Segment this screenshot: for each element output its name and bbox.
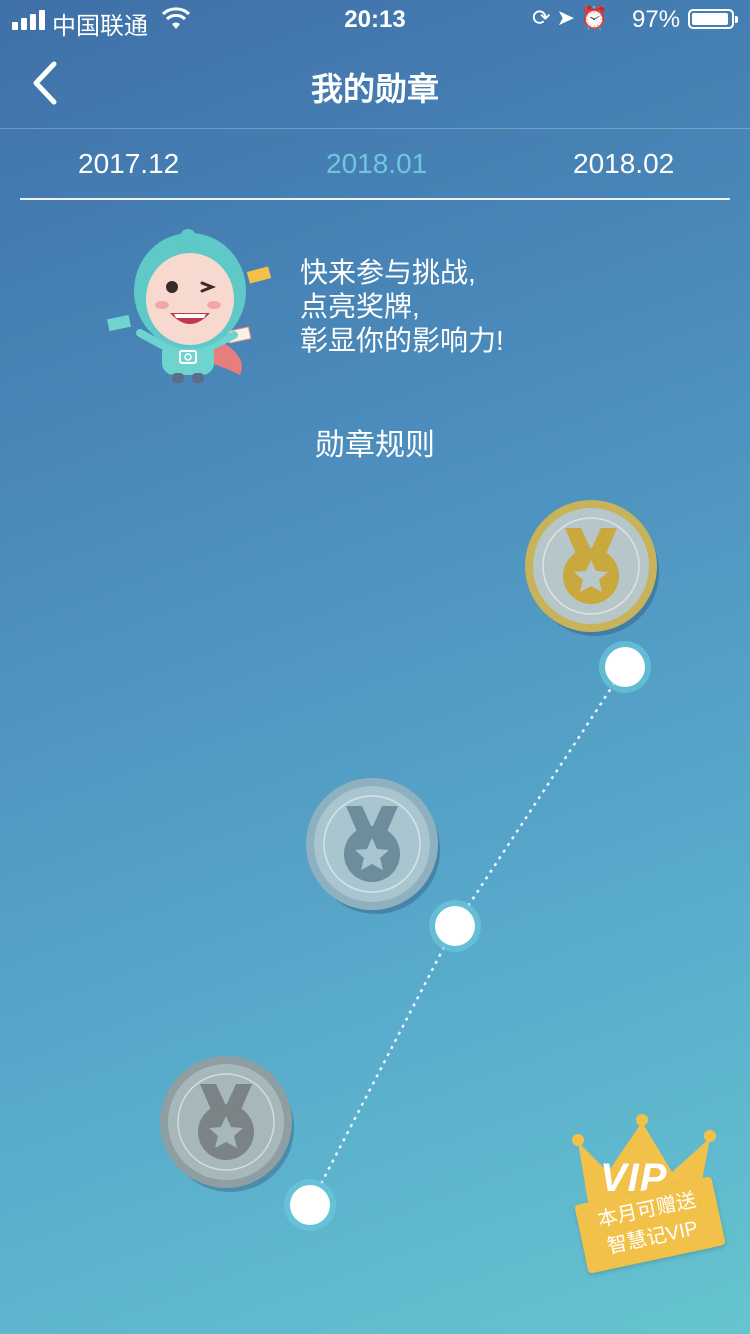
vip-gift-badge[interactable]: VIP 本月可赠送 智慧记VIP xyxy=(560,1110,735,1290)
silver-medal[interactable] xyxy=(304,776,444,916)
path-segment xyxy=(453,666,627,927)
path-node-gold[interactable] xyxy=(605,647,645,687)
path-node-silver[interactable] xyxy=(435,906,475,946)
path-segment xyxy=(308,925,457,1206)
path-node-bronze[interactable] xyxy=(290,1185,330,1225)
bronze-medal[interactable] xyxy=(158,1054,298,1194)
gold-medal[interactable] xyxy=(523,498,663,638)
